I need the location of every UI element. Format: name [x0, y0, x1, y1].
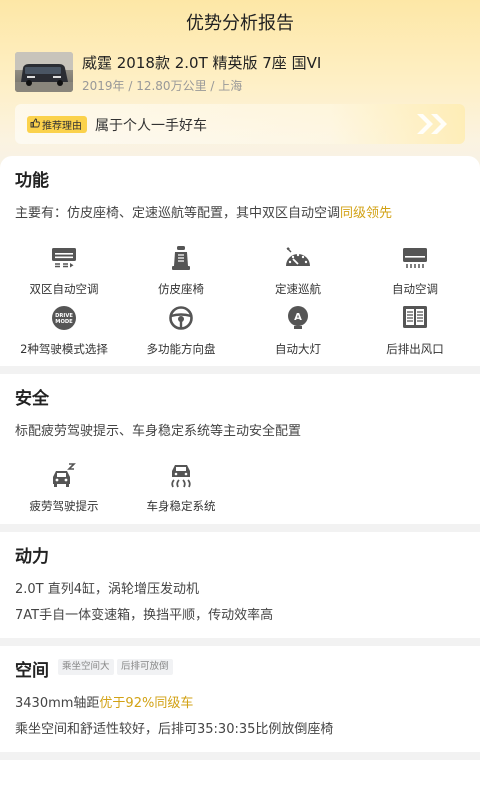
feature-dual-zone-ac: 双区自动空调: [4, 245, 124, 303]
function-desc: 主要有：仿皮座椅、定速巡航等配置，其中双区自动空调同级领先: [15, 202, 392, 221]
function-section: 功能 主要有：仿皮座椅、定速巡航等配置，其中双区自动空调同级领先 双区自动空调 …: [0, 156, 480, 366]
feature-label: 多功能方向盘: [146, 342, 216, 356]
feature-label: 疲劳驾驶提示: [29, 499, 99, 513]
feature-fatigue-warning: 疲劳驾驶提示: [4, 462, 124, 520]
safety-title: 安全: [15, 389, 49, 409]
car-thumbnail[interactable]: [15, 52, 73, 92]
feature-leather-seat: 仿皮座椅: [121, 245, 241, 303]
recommend-reason-bar: 推荐理由 属于个人一手好车: [15, 104, 465, 144]
feature-cruise-control: 定速巡航: [238, 245, 358, 303]
space-tag: 乘坐空间大: [58, 659, 114, 675]
recommend-reason-text: 属于个人一手好车: [95, 118, 207, 134]
drive-mode-icon: DRIVE MODE: [51, 305, 77, 331]
feature-auto-headlight: A 自动大灯: [238, 305, 358, 363]
svg-text:A: A: [294, 312, 302, 323]
feature-label: 双区自动空调: [29, 282, 99, 296]
cruise-control-icon: [285, 245, 311, 271]
feature-label: 车身稳定系统: [146, 499, 216, 513]
feature-label: 自动大灯: [275, 342, 321, 356]
feature-auto-ac: 自动空调: [355, 245, 475, 303]
feature-label: 定速巡航: [275, 282, 321, 296]
feature-drive-mode: DRIVE MODE 2种驾驶模式选择: [4, 305, 124, 363]
power-title: 动力: [15, 547, 49, 567]
space-line: 乘坐空间和舒适性较好，后排可35:30:35比例放倒座椅: [15, 722, 334, 737]
leather-seat-icon: [168, 245, 194, 271]
space-line: 3430mm轴距优于92%同级车: [15, 692, 193, 711]
power-section: 动力 2.0T 直列4缸，涡轮增压发动机 7AT手自一体变速箱，换挡平顺，传动效…: [0, 532, 480, 638]
steering-wheel-icon: [168, 305, 194, 331]
svg-text:MODE: MODE: [55, 319, 73, 325]
page-title: 优势分析报告: [186, 13, 294, 34]
power-line: 7AT手自一体变速箱，换挡平顺，传动效率高: [15, 608, 274, 623]
feature-label: 自动空调: [392, 282, 438, 296]
feature-steering-wheel: 多功能方向盘: [121, 305, 241, 363]
feature-label: 2种驾驶模式选择: [20, 342, 108, 356]
dual-zone-ac-icon: [51, 245, 77, 271]
fatigue-warning-icon: [51, 462, 77, 488]
double-chevron-icon: [413, 111, 453, 137]
next-section: [0, 760, 480, 796]
feature-rear-vent: 后排出风口: [355, 305, 475, 363]
space-tag: 后排可放倒: [117, 659, 173, 675]
stability-control-icon: [168, 462, 194, 488]
space-highlight: 优于92%同级车: [99, 696, 194, 711]
safety-section: 安全 标配疲劳驾驶提示、车身稳定系统等主动安全配置 疲劳驾驶提示 车身稳定系统: [0, 374, 480, 524]
recommend-badge: 推荐理由: [27, 116, 87, 133]
rear-vent-icon: [402, 305, 428, 331]
function-title: 功能: [15, 171, 49, 191]
function-desc-text: 主要有：仿皮座椅、定速巡航等配置，其中双区自动空调: [15, 206, 341, 221]
safety-desc: 标配疲劳驾驶提示、车身稳定系统等主动安全配置: [15, 424, 302, 439]
space-wheelbase: 3430mm轴距: [15, 696, 100, 711]
thumbs-up-icon: [30, 118, 40, 131]
feature-stability-control: 车身稳定系统: [121, 462, 241, 520]
function-highlight: 同级领先: [340, 206, 393, 221]
recommend-badge-label: 推荐理由: [42, 121, 82, 132]
auto-headlight-icon: A: [285, 305, 311, 331]
space-title: 空间: [15, 661, 49, 681]
auto-ac-icon: [402, 245, 428, 271]
space-section: 空间 乘坐空间大 后排可放倒 3430mm轴距优于92%同级车 乘坐空间和舒适性…: [0, 646, 480, 752]
power-line: 2.0T 直列4缸，涡轮增压发动机: [15, 582, 200, 597]
car-meta: 2019年 / 12.80万公里 / 上海: [82, 79, 243, 93]
feature-label: 仿皮座椅: [158, 282, 204, 296]
feature-label: 后排出风口: [386, 342, 444, 356]
car-title: 威霆 2018款 2.0T 精英版 7座 国VI: [82, 54, 322, 72]
